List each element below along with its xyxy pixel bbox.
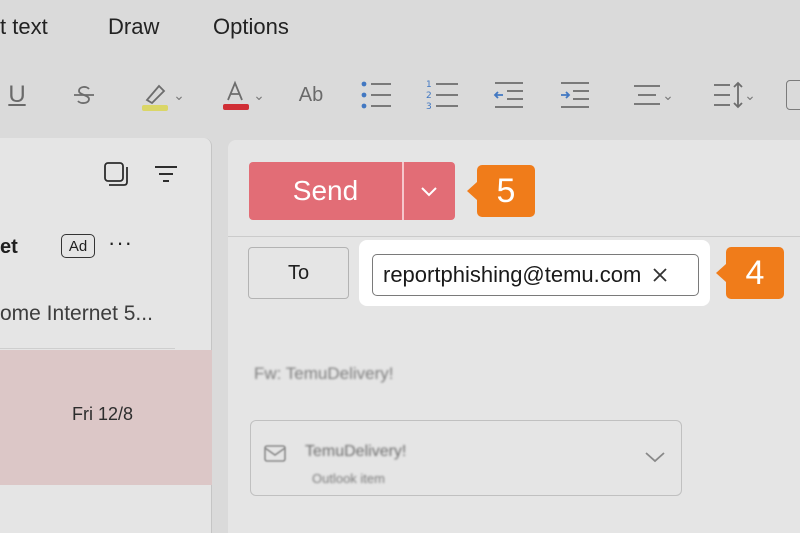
attachment-name: TemuDelivery! (305, 443, 407, 460)
to-button[interactable]: To (248, 247, 349, 299)
send-button[interactable]: Send (249, 162, 455, 220)
svg-text:2: 2 (426, 91, 432, 101)
recipient-chip[interactable]: reportphishing@temu.com (372, 254, 699, 296)
message-preview: ome Internet 5... (0, 302, 153, 325)
message-sender: et (0, 236, 18, 258)
subject-field[interactable]: Fw: TemuDelivery! (254, 364, 394, 384)
message-date: Fri 12/8 (72, 404, 134, 424)
mail-item-icon (263, 441, 287, 465)
chevron-down-icon: ⌄ (253, 86, 265, 103)
send-button-label: Send (292, 175, 359, 206)
ad-badge: Ad (61, 234, 95, 258)
highlight-icon[interactable]: ⌄ (132, 72, 192, 118)
chevron-down-icon: ⌄ (662, 86, 674, 103)
step-5-badge: 5 (477, 165, 535, 217)
font-color-icon[interactable]: ⌄ (212, 72, 272, 118)
more-toolbar-icon[interactable] (786, 80, 800, 110)
bullets-icon[interactable] (358, 72, 394, 118)
underline-icon[interactable]: U (4, 72, 30, 118)
recipient-email: reportphishing@temu.com (383, 262, 642, 287)
line-spacing-icon[interactable]: ⌄ (704, 72, 764, 118)
menu-format-text[interactable]: t text (0, 14, 48, 40)
filter-icon[interactable] (152, 162, 180, 186)
strikethrough-icon[interactable] (70, 72, 98, 118)
step-4-badge: 4 (726, 247, 784, 299)
remove-recipient-icon[interactable] (651, 266, 669, 284)
svg-text:1: 1 (426, 80, 432, 90)
chevron-down-icon[interactable] (643, 448, 667, 466)
divider (228, 236, 800, 237)
callout-arrow (467, 182, 477, 200)
menu-options[interactable]: Options (213, 14, 289, 40)
menu-draw[interactable]: Draw (108, 14, 159, 40)
align-icon[interactable]: ⌄ (624, 72, 682, 118)
numbering-icon[interactable]: 123 (424, 72, 460, 118)
divider (0, 348, 175, 349)
svg-text:3: 3 (426, 102, 432, 112)
chevron-down-icon: ⌄ (744, 86, 756, 103)
attachment-type: Outlook item (312, 471, 385, 486)
increase-indent-icon[interactable] (558, 72, 592, 118)
send-options-chevron-icon[interactable] (404, 184, 456, 198)
decrease-indent-icon[interactable] (492, 72, 526, 118)
select-all-icon[interactable] (102, 160, 130, 188)
clear-formatting-icon[interactable]: Ab (294, 72, 328, 118)
callout-arrow (716, 264, 726, 282)
chevron-down-icon: ⌄ (173, 86, 185, 103)
more-options-icon[interactable]: ··· (108, 230, 133, 256)
